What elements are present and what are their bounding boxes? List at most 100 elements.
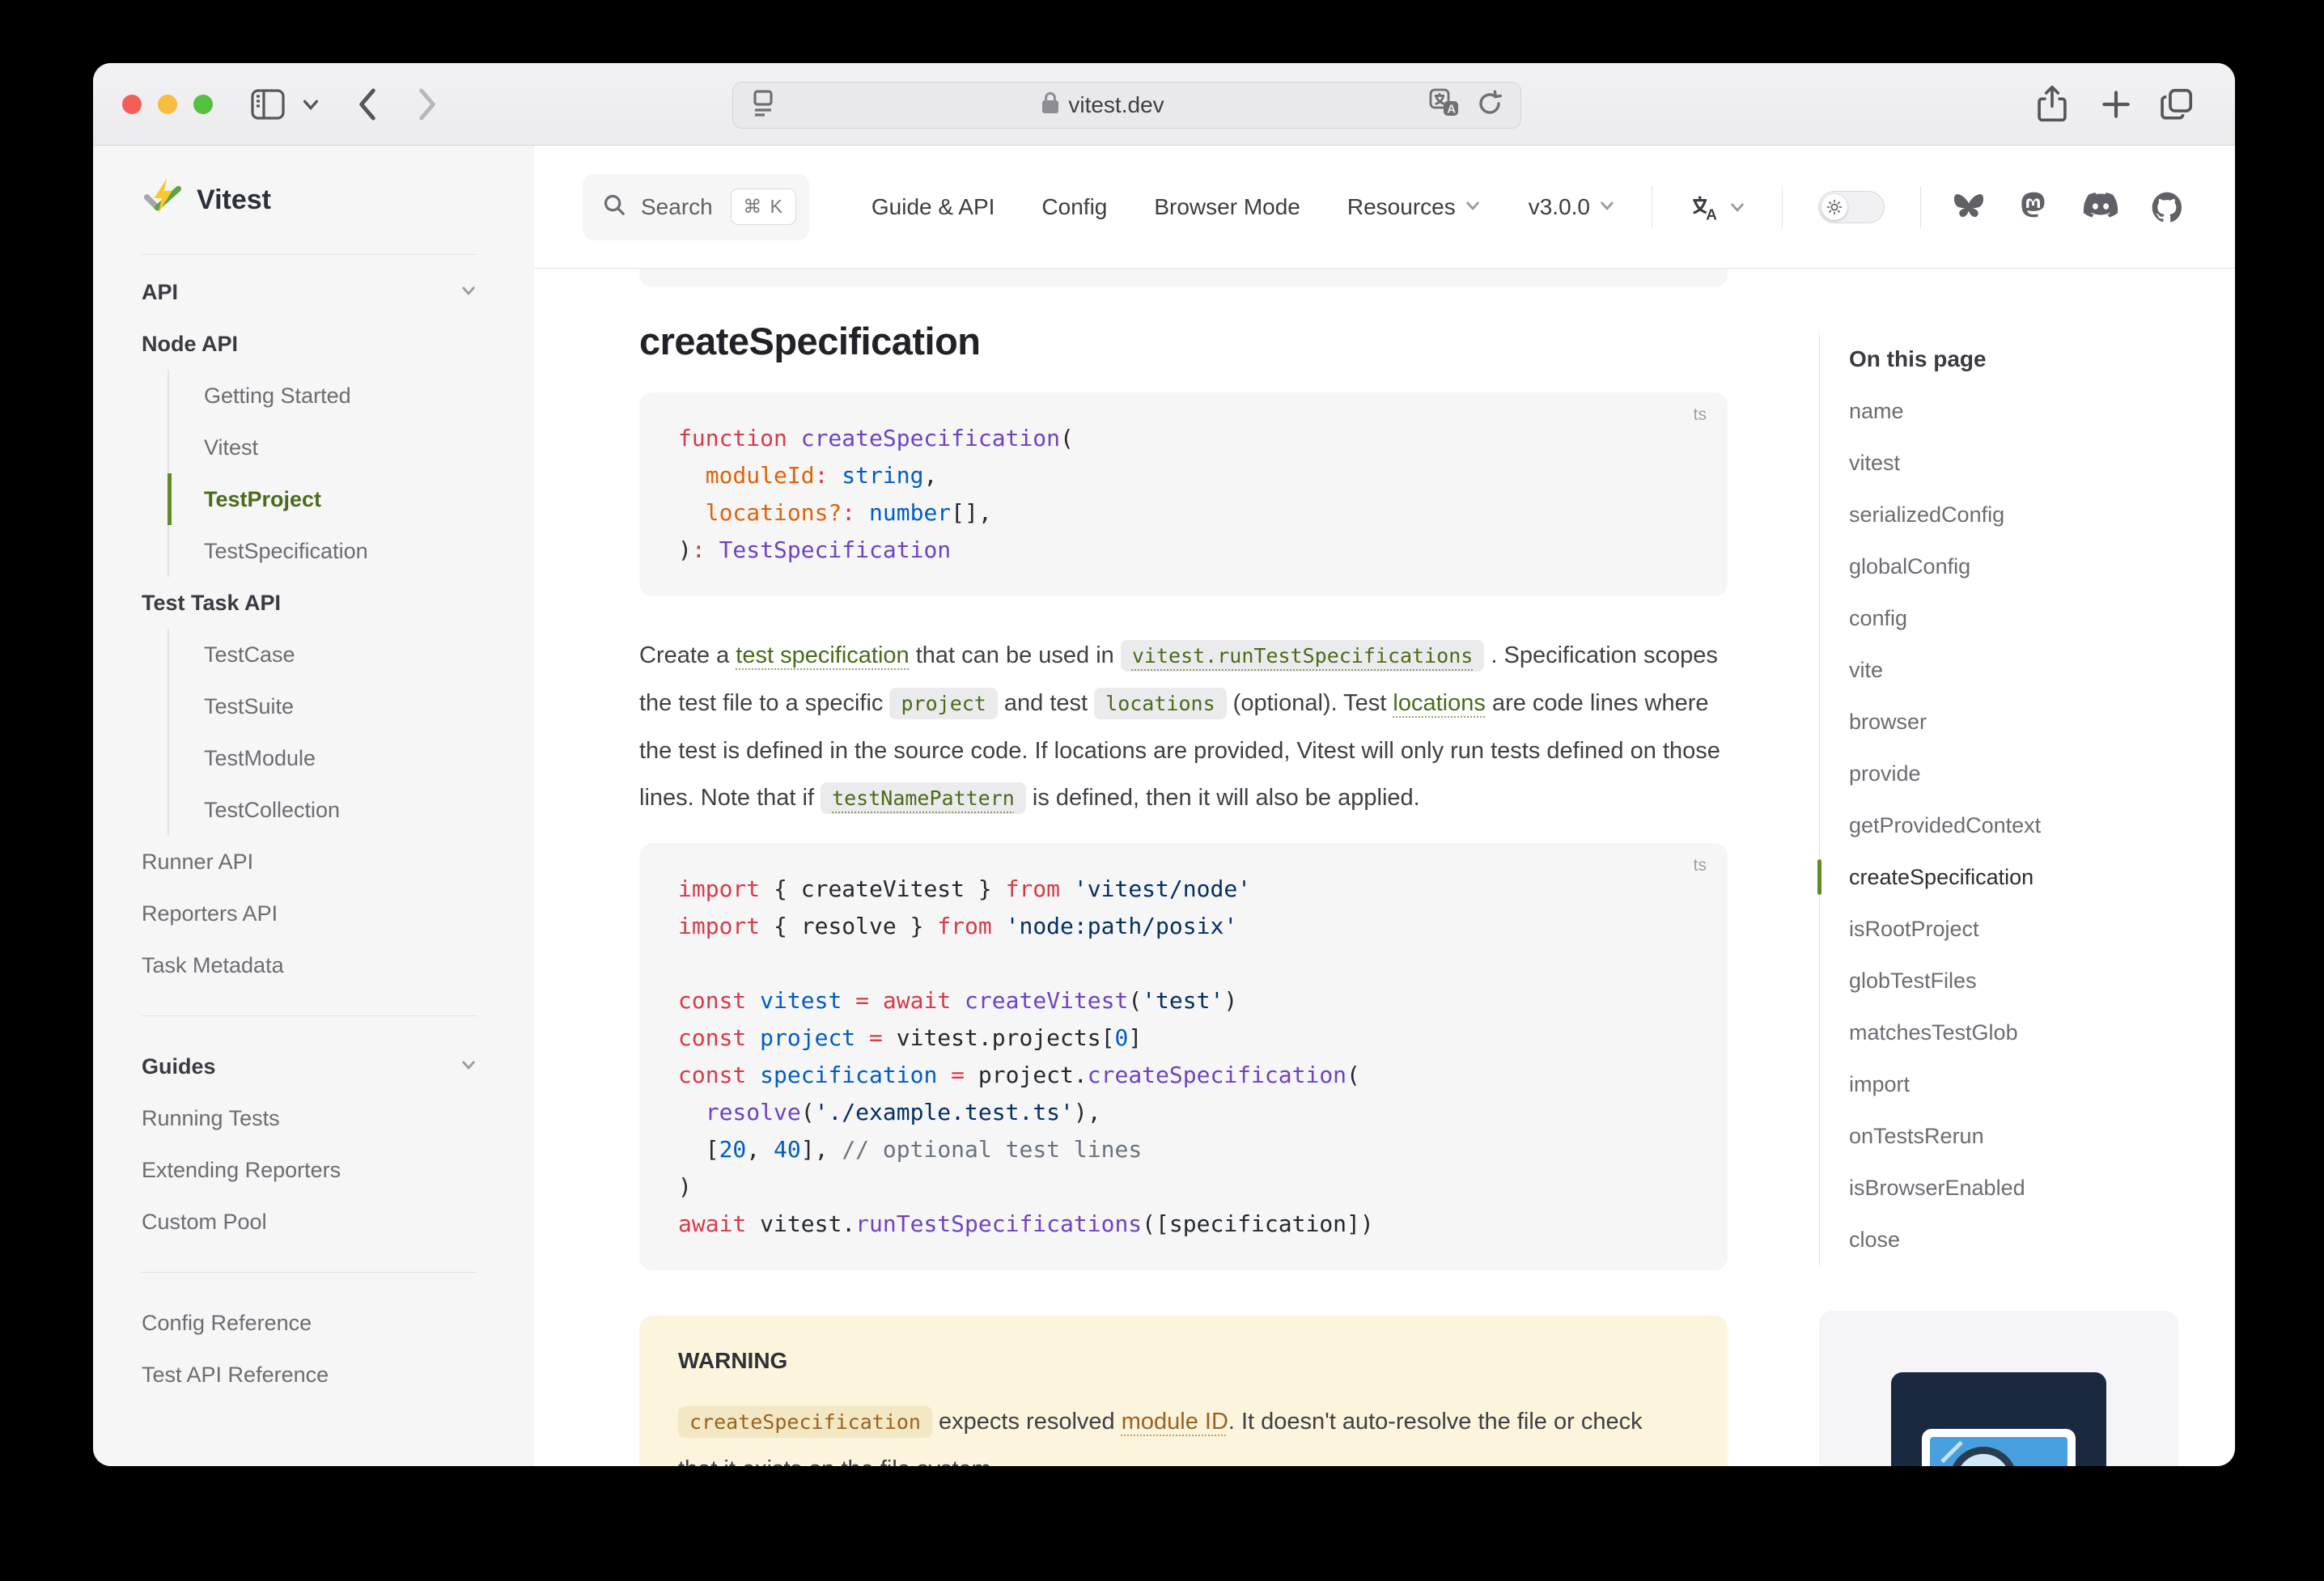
toc-item-isbrowserenabled[interactable]: isBrowserEnabled: [1849, 1162, 2235, 1214]
mastodon-icon[interactable]: [2017, 189, 2052, 225]
sidebar-item-running-tests[interactable]: Running Tests: [142, 1092, 477, 1144]
toc-item-getprovidedcontext[interactable]: getProvidedContext: [1849, 799, 2235, 851]
reload-icon[interactable]: [1475, 89, 1504, 122]
traffic-light-minimize-button[interactable]: [158, 95, 177, 114]
toc-item-name[interactable]: name: [1849, 385, 2235, 437]
toc-item-createspecification[interactable]: createSpecification: [1849, 851, 2235, 903]
bluesky-icon[interactable]: [1950, 190, 1987, 224]
search-icon: [602, 193, 626, 221]
sidebar-item-custom-pool[interactable]: Custom Pool: [142, 1196, 477, 1248]
text-run: and test: [998, 690, 1094, 716]
sidebar-item-label: API: [142, 280, 178, 305]
sidebar-item-vitest[interactable]: Vitest: [168, 422, 477, 473]
sidebar-item-label: TestSpecification: [204, 539, 368, 564]
sponsor-ad-card[interactable]: </>: [1819, 1311, 2178, 1466]
toc-item-browser[interactable]: browser: [1849, 696, 2235, 748]
inline-code-link[interactable]: vitest.runTestSpecifications: [1121, 642, 1484, 668]
toc-item-import[interactable]: import: [1849, 1058, 2235, 1110]
sidebar-item-testsuite[interactable]: TestSuite: [168, 680, 477, 732]
sidebar-item-config-reference[interactable]: Config Reference: [142, 1297, 477, 1349]
navbar-divider: [1782, 186, 1783, 228]
warning-title: WARNING: [678, 1348, 1689, 1374]
sidebar-item-test-task-api[interactable]: Test Task API: [142, 577, 477, 629]
toc-item-ontestsrerun[interactable]: onTestsRerun: [1849, 1110, 2235, 1162]
toc-item-serializedconfig[interactable]: serializedConfig: [1849, 489, 2235, 540]
code-lines: import { createVitest } from 'vitest/nod…: [678, 871, 1703, 1243]
brand[interactable]: Vitest: [142, 146, 477, 255]
doc-link[interactable]: test specification: [736, 642, 909, 668]
sidebar-item-label: Running Tests: [142, 1106, 280, 1131]
sidebar-item-node-api[interactable]: Node API: [142, 318, 477, 370]
sidebar-item-getting-started[interactable]: Getting Started: [168, 370, 477, 422]
sidebar-item-label: Config Reference: [142, 1311, 312, 1336]
toc-item-vite[interactable]: vite: [1849, 644, 2235, 696]
doc-link[interactable]: locations: [1393, 690, 1485, 716]
sidebar-item-extending-reporters[interactable]: Extending Reporters: [142, 1144, 477, 1196]
traffic-light-close-button[interactable]: [122, 95, 142, 114]
inline-code-link[interactable]: testNamePattern: [821, 785, 1026, 811]
toc-item-globtestfiles[interactable]: globTestFiles: [1849, 955, 2235, 1007]
code-line: await vitest.runTestSpecifications([spec…: [678, 1206, 1703, 1243]
sidebar-item-label: Reporters API: [142, 901, 278, 926]
new-tab-icon[interactable]: [2098, 63, 2134, 146]
nav-link-guide-api[interactable]: Guide & API: [872, 194, 995, 220]
back-button-icon[interactable]: [354, 63, 381, 146]
toc-item-config[interactable]: config: [1849, 592, 2235, 644]
inline-code: createSpecification: [678, 1406, 932, 1438]
toc-item-close[interactable]: close: [1849, 1214, 2235, 1265]
sidebar-item-test-api-reference[interactable]: Test API Reference: [142, 1349, 477, 1401]
sidebar-item-testcollection[interactable]: TestCollection: [168, 784, 477, 836]
toc-item-globalconfig[interactable]: globalConfig: [1849, 540, 2235, 592]
toc-item-provide[interactable]: provide: [1849, 748, 2235, 799]
nav-link-config[interactable]: Config: [1041, 194, 1107, 220]
toc-item-label: getProvidedContext: [1849, 813, 2041, 838]
share-icon[interactable]: [2035, 63, 2069, 146]
theme-toggle[interactable]: [1818, 191, 1885, 223]
sidebar-item-runner-api[interactable]: Runner API: [142, 836, 477, 888]
search-label: Search: [641, 194, 716, 220]
code-line: locations?: number[],: [678, 494, 1703, 532]
translate-page-icon[interactable]: A: [1428, 87, 1461, 124]
doc-link[interactable]: module ID: [1122, 1409, 1228, 1435]
sidebar-toggle-icon[interactable]: [250, 63, 286, 146]
tab-overview-icon[interactable]: [2158, 63, 2195, 146]
toc-item-isrootproject[interactable]: isRootProject: [1849, 903, 2235, 955]
search-button[interactable]: Search ⌘ K: [583, 174, 809, 240]
nav-link-resources[interactable]: Resources: [1347, 194, 1482, 220]
code-line: function createSpecification(: [678, 420, 1703, 457]
sidebar-item-task-metadata[interactable]: Task Metadata: [142, 939, 477, 991]
traffic-light-zoom-button[interactable]: [193, 95, 213, 114]
nav-link-browser-mode[interactable]: Browser Mode: [1154, 194, 1300, 220]
forward-button-icon[interactable]: [413, 63, 441, 146]
sidebar-item-testcase[interactable]: TestCase: [168, 629, 477, 680]
toc-item-label: matchesTestGlob: [1849, 1020, 2018, 1045]
toc-item-label: browser: [1849, 710, 1927, 735]
sidebar-item-api[interactable]: API: [142, 266, 477, 318]
address-bar[interactable]: vitest.dev A: [732, 82, 1521, 129]
sidebar-item-testmodule[interactable]: TestModule: [168, 732, 477, 784]
site-navbar: Search ⌘ K Guide & API Config Browser Mode…: [534, 146, 2235, 269]
language-menu[interactable]: A: [1688, 190, 1746, 224]
nav-link-label: Guide & API: [872, 194, 995, 220]
github-icon[interactable]: [2149, 189, 2185, 225]
sidebar-item-guides[interactable]: Guides: [142, 1041, 477, 1092]
nav-link-label: Resources: [1347, 194, 1456, 220]
text-run: that can be used in: [910, 642, 1121, 668]
discord-icon[interactable]: [2081, 190, 2120, 224]
toc-item-vitest[interactable]: vitest: [1849, 437, 2235, 489]
toc-item-matchestestglob[interactable]: matchesTestGlob: [1849, 1007, 2235, 1058]
text-run: expects resolved: [932, 1409, 1122, 1435]
ad-image: </>: [1891, 1372, 2106, 1466]
toc-item-label: serializedConfig: [1849, 502, 2004, 528]
sidebar-item-testproject[interactable]: TestProject: [168, 473, 477, 525]
sidebar-item-reporters-api[interactable]: Reporters API: [142, 888, 477, 939]
sidebar-item-label: TestCase: [204, 642, 295, 668]
reader-view-icon[interactable]: [749, 87, 777, 124]
sidebar: Vitest APINode APIGetting StartedVitestT…: [93, 146, 534, 1466]
code-line: ): [678, 1168, 1703, 1206]
sidebar-chevron-down-icon[interactable]: [300, 63, 321, 146]
sidebar-item-label: Guides: [142, 1054, 216, 1079]
text-run: is defined, then it will also be applied…: [1026, 785, 1420, 811]
sidebar-item-testspecification[interactable]: TestSpecification: [168, 525, 477, 577]
nav-link-v3-0-0[interactable]: v3.0.0: [1529, 194, 1616, 220]
